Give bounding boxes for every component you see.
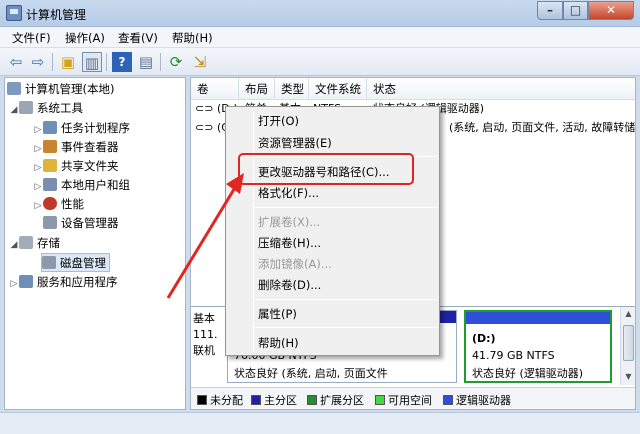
annotation-arrow [166,173,244,299]
arrow-head [226,173,244,194]
arrow-shaft [166,185,238,299]
